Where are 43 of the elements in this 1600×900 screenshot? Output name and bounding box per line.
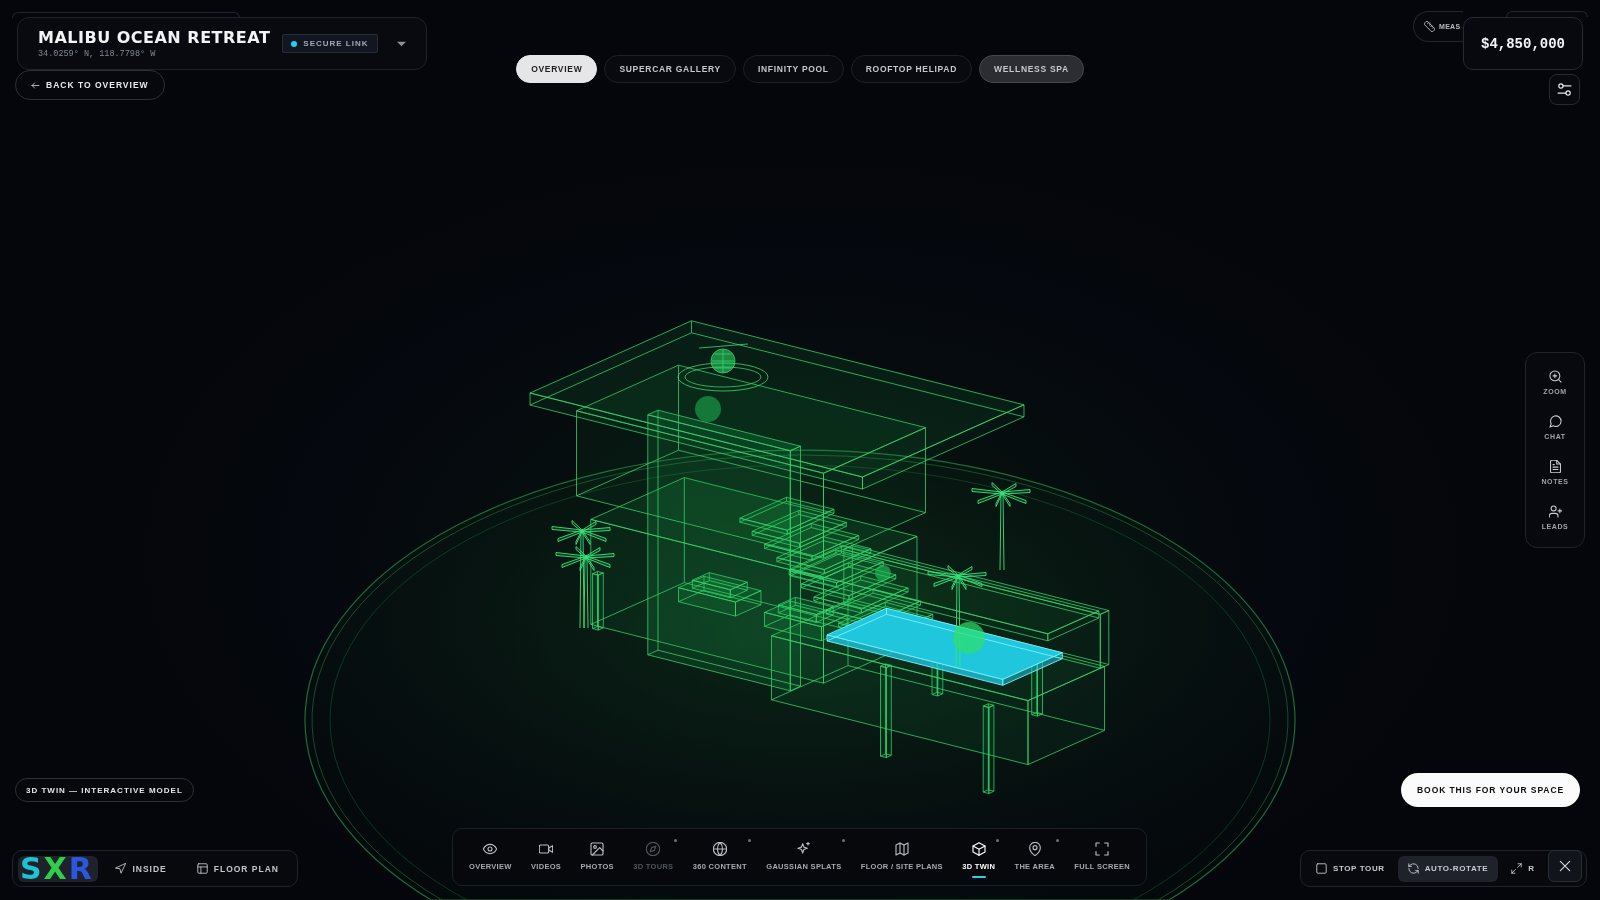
globe-icon (712, 841, 727, 856)
cube-icon (971, 841, 986, 856)
section-tab[interactable]: OVERVIEW (516, 55, 598, 83)
status-label: SECURE LINK (303, 39, 369, 48)
user-plus-icon (1548, 505, 1562, 518)
book-button[interactable]: BOOK THIS FOR YOUR SPACE (1401, 773, 1580, 807)
navigation-arrow-icon (115, 863, 127, 874)
square-icon (1316, 863, 1327, 874)
section-tab[interactable]: WELLNESS SPA (979, 55, 1084, 83)
close-icon (1558, 859, 1572, 873)
zoom-in-icon (1548, 370, 1562, 383)
property-title: MALIBU OCEAN RETREAT (38, 28, 271, 47)
arrow-left-icon (31, 80, 40, 90)
fullscreen-icon (1095, 841, 1110, 856)
status-dot-icon (291, 40, 298, 47)
caret-down-icon[interactable] (397, 40, 406, 47)
tour-control-button[interactable]: R (1501, 855, 1545, 882)
expand-icon (1511, 863, 1523, 874)
ruler-icon (1424, 21, 1435, 32)
section-tab[interactable]: ROOFTOP HELIPAD (850, 55, 973, 83)
section-tab[interactable]: INFINITY POOL (742, 55, 844, 83)
view-mode-button[interactable]: INSIDE (102, 855, 180, 882)
video-camera-icon (539, 841, 554, 856)
sparkles-icon (796, 841, 811, 856)
layout-icon (196, 863, 208, 874)
eye-icon (483, 841, 498, 856)
model-label: 3D TWIN — INTERACTIVE MODEL (15, 778, 194, 802)
image-icon (590, 841, 605, 856)
view-mode-button[interactable]: FLOOR PLAN (183, 855, 292, 882)
map-pin-icon (1027, 841, 1042, 856)
settings-button[interactable] (1549, 74, 1580, 105)
chat-bubble-icon (1548, 415, 1562, 428)
back-button[interactable]: BACK TO OVERVIEW (15, 70, 165, 100)
tour-control-button[interactable]: AUTO-ROTATE (1397, 855, 1499, 882)
coordinates-text: 34.0259° N, 118.7798° W (38, 48, 157, 59)
section-tab[interactable]: SUPERCAR GALLERY (604, 55, 736, 83)
tour-control-button[interactable]: STOP TOUR (1306, 855, 1395, 882)
price-display: $4,850,000 (1463, 17, 1583, 70)
compass-icon (646, 841, 661, 856)
sliders-icon (1557, 82, 1572, 97)
document-icon (1548, 460, 1562, 473)
refresh-icon (1407, 863, 1419, 874)
map-icon (894, 841, 909, 856)
